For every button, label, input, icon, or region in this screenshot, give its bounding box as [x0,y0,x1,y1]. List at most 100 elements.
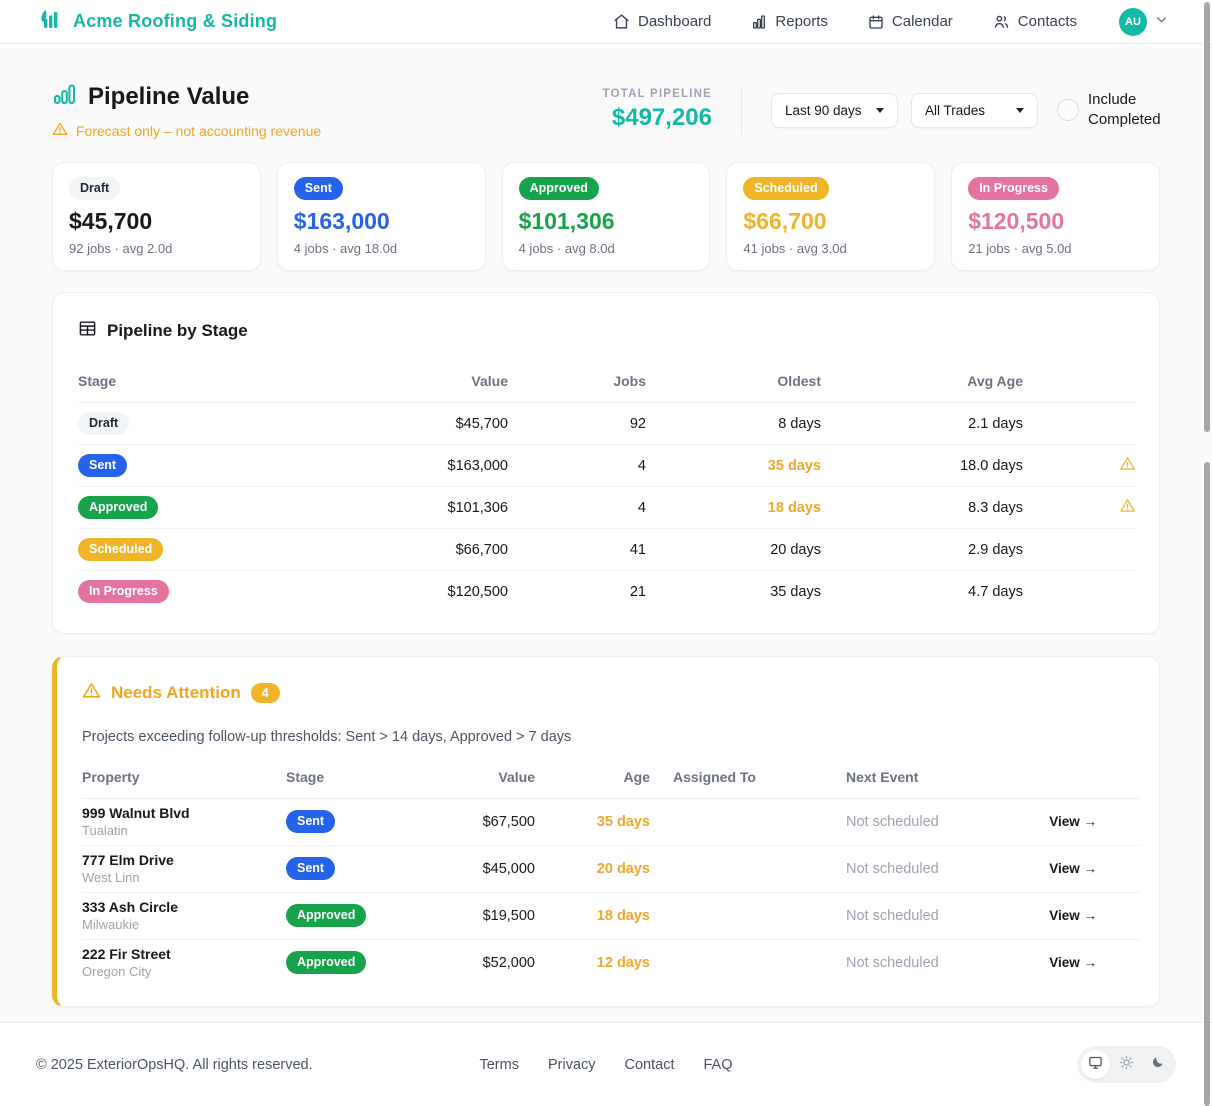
stage-summary-cards: Draft $45,700 92 jobs · avg 2.0d Sent $1… [52,162,1160,271]
page-footer: © 2025 ExteriorOpsHQ. All rights reserve… [0,1022,1212,1106]
col-age: Age [535,757,650,799]
stage-table: Stage Value Jobs Oldest Avg Age Draft $4… [78,361,1136,613]
include-completed-label: Include Completed [1088,90,1160,131]
col-avg-age: Avg Age [821,361,1023,403]
caret-down-icon [1016,108,1024,113]
col-value: Value [446,757,535,799]
warning-triangle-icon [82,681,101,705]
attention-title: Needs Attention [111,683,241,703]
caret-down-icon [876,108,884,113]
status-badge: Approved [519,177,599,200]
table-row: Scheduled $66,700 41 20 days 2.9 days [78,529,1136,571]
nav-calendar-label: Calendar [892,13,953,30]
card-value: $120,500 [968,208,1143,235]
view-button[interactable]: View → [1049,908,1097,923]
card-value: $101,306 [519,208,694,235]
table-grid-icon [78,319,97,343]
footer-links: Terms Privacy Contact FAQ [479,1057,732,1073]
forecast-warning-text: Forecast only – not accounting revenue [76,123,321,139]
nav-calendar[interactable]: Calendar [868,13,953,30]
date-range-select[interactable]: Last 90 days [771,93,898,128]
brand-name: Acme Roofing & Siding [73,11,277,32]
theme-dark-button[interactable] [1143,1050,1172,1079]
scrollbar-thumb[interactable] [1204,2,1210,432]
status-badge: Sent [286,810,335,833]
card-meta: 4 jobs · avg 8.0d [519,241,694,256]
include-completed-checkbox[interactable] [1057,99,1079,121]
pipeline-page: Pipeline Value Forecast only – not accou… [0,82,1212,1007]
card-value: $45,700 [69,208,244,235]
trade-select[interactable]: All Trades [911,93,1038,128]
card-meta: 41 jobs · avg 3.0d [743,241,918,256]
include-completed-control: Include Completed [1057,90,1160,131]
status-badge: Approved [78,496,158,519]
table-row: In Progress $120,500 21 35 days 4.7 days [78,571,1136,613]
date-range-value: Last 90 days [785,103,862,118]
contacts-icon [993,13,1010,30]
col-jobs: Jobs [508,361,646,403]
page-title: Pipeline Value [88,83,249,111]
monitor-icon [1088,1055,1103,1075]
page-title-block: Pipeline Value Forecast only – not accou… [52,82,321,140]
moon-icon [1151,1055,1165,1074]
nav-reports-label: Reports [775,13,828,30]
footer-link-faq[interactable]: FAQ [704,1057,733,1073]
card-sent: Sent $163,000 4 jobs · avg 18.0d [277,162,486,271]
total-pipeline-value: $497,206 [603,104,712,132]
top-navigation-bar: Acme Roofing & Siding Dashboard Reports … [0,0,1212,44]
home-icon [613,13,630,30]
card-in-progress: In Progress $120,500 21 jobs · avg 5.0d [951,162,1160,271]
col-value: Value [333,361,508,403]
calendar-icon [868,14,884,30]
user-menu[interactable]: AU [1119,8,1168,36]
forecast-warning: Forecast only – not accounting revenue [52,121,321,140]
bar-chart-icon [751,14,767,30]
theme-light-button[interactable] [1112,1050,1141,1079]
attention-count-badge: 4 [251,683,280,703]
card-meta: 21 jobs · avg 5.0d [968,241,1143,256]
col-stage: Stage [78,361,333,403]
status-badge: Sent [286,857,335,880]
brand[interactable]: Acme Roofing & Siding [36,6,277,38]
table-row: 222 Fir StreetOregon City Approved $52,0… [82,939,1140,986]
view-button[interactable]: View → [1049,955,1097,970]
card-meta: 92 jobs · avg 2.0d [69,241,244,256]
avatar[interactable]: AU [1119,8,1147,36]
nav-contacts[interactable]: Contacts [993,13,1077,30]
card-value: $66,700 [743,208,918,235]
table-row: Approved $101,306 4 18 days 8.3 days [78,487,1136,529]
theme-toggle [1077,1046,1176,1083]
trade-value: All Trades [925,103,985,118]
footer-link-terms[interactable]: Terms [479,1057,518,1073]
divider [741,86,742,134]
footer-link-contact[interactable]: Contact [625,1057,675,1073]
pipeline-chart-icon [52,82,77,112]
col-next-event: Next Event [846,757,1016,799]
status-badge: Approved [286,904,366,927]
view-button[interactable]: View → [1049,861,1097,876]
pipeline-by-stage-panel: Pipeline by Stage Stage Value Jobs Oldes… [52,292,1160,634]
status-badge: Draft [69,177,120,200]
scrollbar-thumb[interactable] [1204,462,1210,1106]
card-draft: Draft $45,700 92 jobs · avg 2.0d [52,162,261,271]
status-badge: Sent [294,177,343,200]
nav-reports[interactable]: Reports [751,13,828,30]
main-nav: Dashboard Reports Calendar Contacts AU [613,8,1168,36]
card-approved: Approved $101,306 4 jobs · avg 8.0d [502,162,711,271]
table-row: 333 Ash CircleMilwaukie Approved $19,500… [82,892,1140,939]
warning-triangle-icon [1119,460,1136,476]
nav-dashboard-label: Dashboard [638,13,711,30]
footer-link-privacy[interactable]: Privacy [548,1057,596,1073]
nav-dashboard[interactable]: Dashboard [613,13,711,30]
chevron-down-icon[interactable] [1155,13,1168,31]
status-badge: Scheduled [743,177,828,200]
col-property: Property [82,757,286,799]
card-value: $163,000 [294,208,469,235]
stage-table-title: Pipeline by Stage [107,321,248,341]
status-badge: Scheduled [78,538,163,561]
card-scheduled: Scheduled $66,700 41 jobs · avg 3.0d [726,162,935,271]
theme-system-button[interactable] [1081,1050,1110,1079]
total-pipeline-label: TOTAL PIPELINE [603,88,712,100]
view-button[interactable]: View → [1049,814,1097,829]
logo-icon [36,6,63,38]
